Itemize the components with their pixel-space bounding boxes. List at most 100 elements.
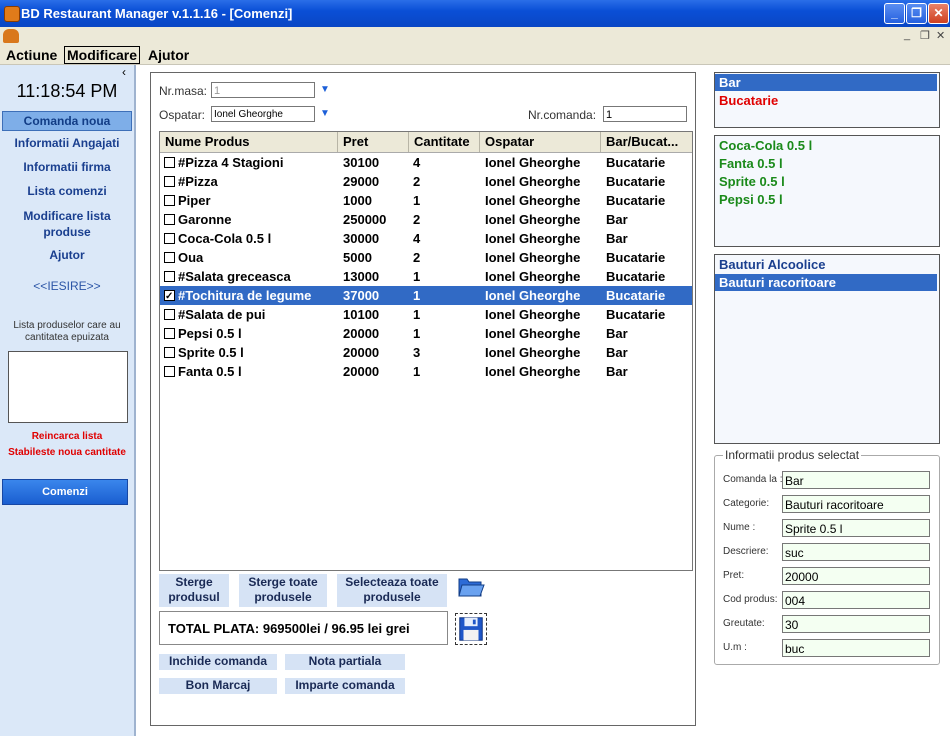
cell-quantity: 1 bbox=[413, 326, 421, 341]
category-item[interactable]: Bauturi Alcoolice bbox=[715, 256, 937, 273]
cell-price: 20000 bbox=[343, 364, 380, 379]
set-quantity-link[interactable]: Stabileste noua cantitate bbox=[0, 447, 134, 458]
waiter-dropdown-icon[interactable]: ▼ bbox=[317, 106, 333, 122]
exit-link[interactable]: <<IESIRE>> bbox=[0, 279, 134, 293]
row-checkbox[interactable] bbox=[164, 157, 175, 168]
menu-modificare[interactable]: Modificare bbox=[64, 46, 141, 64]
cell-destination: Bar bbox=[606, 326, 628, 341]
row-checkbox[interactable] bbox=[164, 347, 175, 358]
row-checkbox[interactable] bbox=[164, 195, 175, 206]
collapse-chevron-icon[interactable]: ‹ bbox=[122, 65, 126, 79]
mdi-minimize-icon[interactable]: _ bbox=[904, 29, 910, 41]
waiter-select[interactable]: Ionel Gheorghe bbox=[211, 106, 315, 122]
table-row[interactable]: Fanta 0.5 l 20000 1 Ionel Gheorghe Bar bbox=[160, 362, 692, 381]
select-all-button[interactable]: Selecteaza toate produsele bbox=[337, 574, 447, 607]
partial-note-button[interactable]: Nota partiala bbox=[285, 654, 405, 670]
bon-marcaj-button[interactable]: Bon Marcaj bbox=[159, 678, 277, 694]
menu-actiune[interactable]: Actiune bbox=[4, 47, 59, 63]
table-row[interactable]: #Salata de pui 10100 1 Ionel Gheorghe Bucata… bbox=[160, 305, 692, 324]
table-row[interactable]: Sprite 0.5 l 20000 3 Ionel Gheorghe Bar bbox=[160, 343, 692, 362]
info-value-field[interactable]: 30 bbox=[782, 615, 930, 633]
depleted-products-list[interactable] bbox=[8, 351, 128, 423]
info-value-field[interactable]: buc bbox=[782, 639, 930, 657]
row-checkbox[interactable] bbox=[164, 309, 175, 320]
cell-destination: Bucatarie bbox=[606, 288, 666, 303]
maximize-button[interactable]: ❐ bbox=[906, 3, 927, 24]
info-label: Pret: bbox=[723, 570, 745, 581]
mdi-close-icon[interactable]: ✕ bbox=[936, 29, 945, 42]
table-row[interactable]: #Pizza 29000 2 Ionel Gheorghe Bucatarie bbox=[160, 172, 692, 191]
reload-list-link[interactable]: Reincarca lista bbox=[0, 431, 134, 442]
minimize-button[interactable]: _ bbox=[884, 3, 905, 24]
info-value-field[interactable]: suc bbox=[782, 543, 930, 561]
order-panel: Nr.masa: 1 ▼ Ospatar: Ionel Gheorghe ▼ N… bbox=[150, 72, 696, 726]
table-row[interactable]: Oua 5000 2 Ionel Gheorghe Bucatarie bbox=[160, 248, 692, 267]
row-checkbox[interactable] bbox=[164, 287, 175, 306]
info-value-field[interactable]: Sprite 0.5 l bbox=[782, 519, 930, 537]
row-checkbox[interactable] bbox=[164, 271, 175, 282]
table-row[interactable]: Coca-Cola 0.5 l 30000 4 Ionel Gheorghe Bar bbox=[160, 229, 692, 248]
row-checkbox[interactable] bbox=[164, 252, 175, 263]
cell-destination: Bucatarie bbox=[606, 307, 666, 322]
product-name-text: #Salata greceasca bbox=[178, 269, 291, 284]
cell-product-name: #Salata greceasca bbox=[164, 267, 291, 286]
product-item[interactable]: Pepsi 0.5 l bbox=[715, 191, 937, 208]
table-number-select[interactable]: 1 bbox=[211, 82, 315, 98]
location-item[interactable]: Bar bbox=[715, 74, 937, 91]
table-row[interactable]: #Pizza 4 Stagioni 30100 4 Ionel Gheorghe Buc… bbox=[160, 153, 692, 172]
cell-price: 20000 bbox=[343, 345, 380, 360]
sidebar-item-lista-comenzi[interactable]: Lista comenzi bbox=[0, 184, 134, 198]
product-name-text: Fanta 0.5 l bbox=[178, 364, 242, 379]
delete-all-button[interactable]: Sterge toate produsele bbox=[239, 574, 327, 607]
sidebar-item-informatii-firma[interactable]: Informatii firma bbox=[0, 160, 134, 174]
orders-button[interactable]: Comenzi bbox=[2, 479, 128, 505]
product-item[interactable]: Fanta 0.5 l bbox=[715, 155, 937, 172]
product-name-text: #Tochitura de legume bbox=[178, 288, 312, 303]
column-header-price[interactable]: Pret bbox=[338, 132, 409, 152]
column-header-name[interactable]: Nume Produs bbox=[160, 132, 338, 152]
sidebar-item-informatii-angajati[interactable]: Informatii Angajati bbox=[0, 136, 134, 150]
info-label: Greutate: bbox=[723, 618, 765, 629]
row-checkbox[interactable] bbox=[164, 233, 175, 244]
sidebar-item-comanda-noua[interactable]: Comanda noua bbox=[2, 111, 132, 131]
split-order-button[interactable]: Imparte comanda bbox=[285, 678, 405, 694]
menu-ajutor[interactable]: Ajutor bbox=[146, 47, 191, 63]
location-item[interactable]: Bucatarie bbox=[715, 92, 937, 109]
table-row[interactable]: #Tochitura de legume 37000 1 Ionel Gheorghe… bbox=[160, 286, 692, 306]
cell-quantity: 1 bbox=[413, 288, 421, 303]
column-header-destination[interactable]: Bar/Bucat... bbox=[601, 132, 692, 152]
table-row[interactable]: Garonne 250000 2 Ionel Gheorghe Bar bbox=[160, 210, 692, 229]
info-value-field[interactable]: 004 bbox=[782, 591, 930, 609]
table-number-dropdown-icon[interactable]: ▼ bbox=[317, 82, 333, 98]
row-checkbox[interactable] bbox=[164, 366, 175, 377]
info-value-field[interactable]: 20000 bbox=[782, 567, 930, 585]
product-name-text: #Salata de pui bbox=[178, 307, 266, 322]
column-header-waiter[interactable]: Ospatar bbox=[480, 132, 601, 152]
product-item[interactable]: Sprite 0.5 l bbox=[715, 173, 937, 190]
app-icon bbox=[4, 6, 20, 22]
mdi-restore-icon[interactable]: ❐ bbox=[920, 29, 930, 42]
order-number-field[interactable]: 1 bbox=[603, 106, 687, 122]
table-header: Nume Produs Pret Cantitate Ospatar Bar/B… bbox=[160, 132, 692, 153]
sidebar-item-ajutor[interactable]: Ajutor bbox=[0, 248, 134, 262]
row-checkbox[interactable] bbox=[164, 176, 175, 187]
table-row[interactable]: #Salata greceasca 13000 1 Ionel Gheorghe Buc… bbox=[160, 267, 692, 286]
close-button[interactable]: ✕ bbox=[928, 3, 949, 24]
sidebar-item-modificare-lista[interactable]: Modificare lista produse bbox=[14, 208, 120, 240]
cell-price: 20000 bbox=[343, 326, 380, 341]
open-folder-icon[interactable] bbox=[457, 573, 485, 599]
row-checkbox[interactable] bbox=[164, 214, 175, 225]
table-row[interactable]: Pepsi 0.5 l 20000 1 Ionel Gheorghe Bar bbox=[160, 324, 692, 343]
info-value-field[interactable]: Bauturi racoritoare bbox=[782, 495, 930, 513]
delete-product-button[interactable]: Sterge produsul bbox=[159, 574, 229, 607]
product-item[interactable]: Coca-Cola 0.5 l bbox=[715, 137, 937, 154]
column-header-quantity[interactable]: Cantitate bbox=[409, 132, 480, 152]
close-order-button[interactable]: Inchide comanda bbox=[159, 654, 277, 670]
cell-waiter: Ionel Gheorghe bbox=[485, 345, 581, 360]
save-floppy-icon[interactable] bbox=[455, 613, 487, 645]
category-item[interactable]: Bauturi racoritoare bbox=[715, 274, 937, 291]
clock: 11:18:54 PM bbox=[16, 81, 118, 101]
info-value-field[interactable]: Bar bbox=[782, 471, 930, 489]
row-checkbox[interactable] bbox=[164, 328, 175, 339]
table-row[interactable]: Piper 1000 1 Ionel Gheorghe Bucatarie bbox=[160, 191, 692, 210]
